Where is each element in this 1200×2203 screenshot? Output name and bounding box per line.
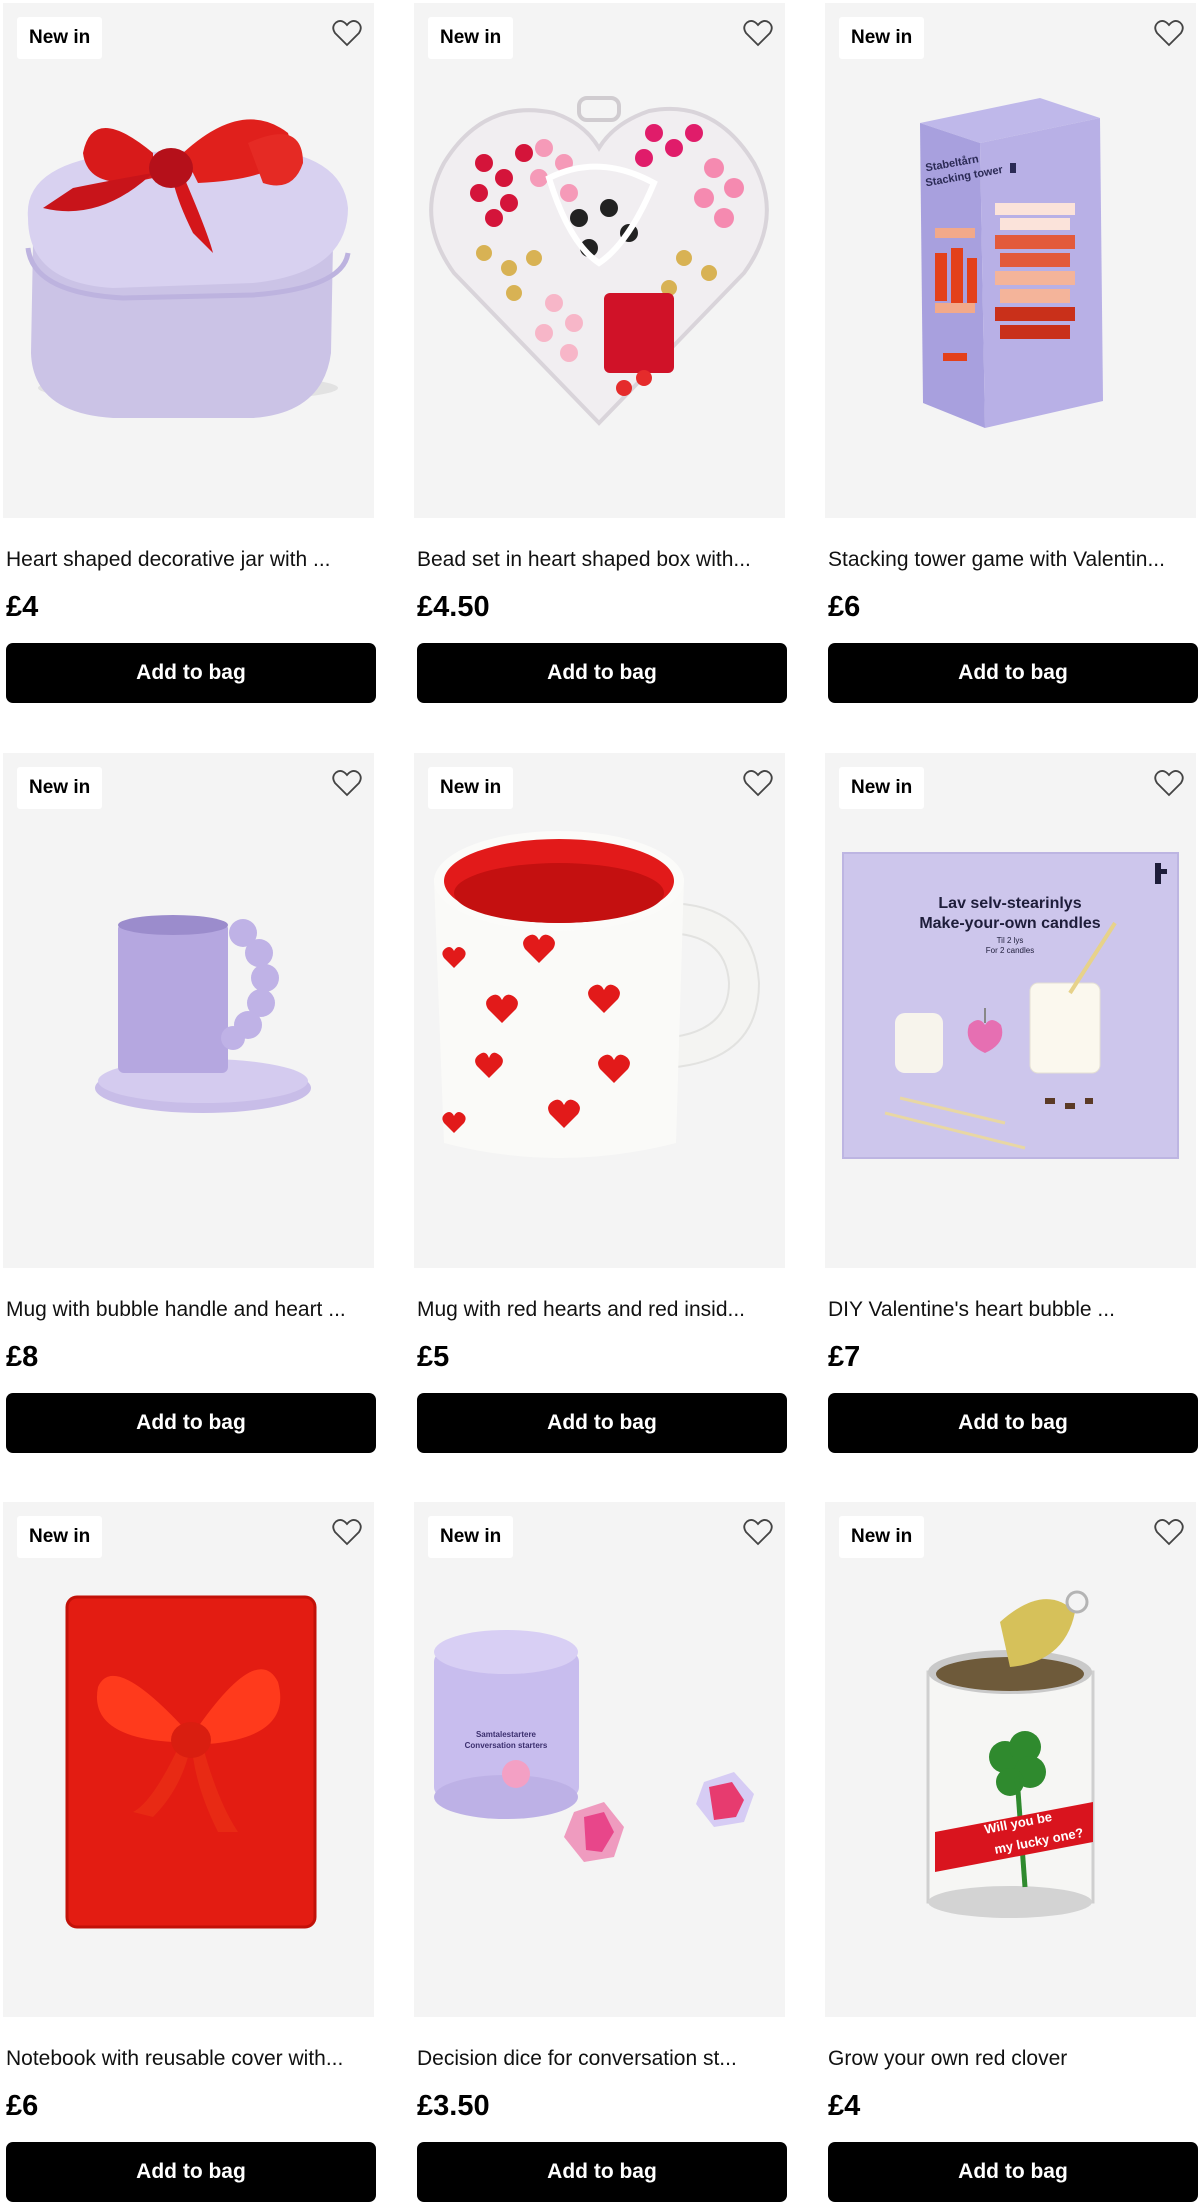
product-title[interactable]: Mug with red hearts and red insid... — [417, 1298, 785, 1322]
product-image[interactable]: New in — [3, 3, 374, 518]
product-price: £7 — [828, 1341, 861, 1373]
new-in-badge: New in — [428, 767, 514, 809]
product-title[interactable]: Mug with bubble handle and heart ... — [6, 1298, 374, 1322]
product-image[interactable]: Will you be my lucky one? New in — [825, 1502, 1196, 2017]
dice-box-text-1: Samtalestartere — [476, 1730, 537, 1739]
product-title[interactable]: Bead set in heart shaped box with... — [417, 548, 785, 572]
product-price: £3.50 — [417, 2090, 490, 2122]
candle-box-title-2: Make-your-own candles — [919, 915, 1100, 932]
wishlist-heart-icon[interactable] — [332, 1518, 362, 1546]
product-title[interactable]: Grow your own red clover — [828, 2047, 1196, 2071]
new-in-badge: New in — [839, 767, 925, 809]
product-price: £8 — [6, 1341, 39, 1373]
new-in-badge: New in — [17, 1516, 103, 1558]
new-in-badge: New in — [839, 17, 925, 59]
product-title[interactable]: DIY Valentine's heart bubble ... — [828, 1298, 1196, 1322]
new-in-badge: New in — [428, 17, 514, 59]
new-in-badge: New in — [428, 1516, 514, 1558]
candle-box-title-1: Lav selv-stearinlys — [938, 895, 1081, 912]
add-to-bag-button[interactable]: Add to bag — [417, 1393, 787, 1453]
add-to-bag-button[interactable]: Add to bag — [6, 1393, 376, 1453]
candle-box-sub-1: Til 2 lys — [997, 936, 1024, 945]
product-price: £6 — [828, 591, 861, 623]
new-in-badge: New in — [17, 767, 103, 809]
stacking-tower-image: Stabeltårn Stacking tower — [920, 98, 1103, 428]
wishlist-heart-icon[interactable] — [1154, 1518, 1184, 1546]
bubble-mug-image — [95, 915, 311, 1113]
product-price: £4 — [6, 591, 39, 623]
add-to-bag-button[interactable]: Add to bag — [417, 2142, 787, 2202]
product-price: £5 — [417, 1341, 450, 1373]
wishlist-heart-icon[interactable] — [1154, 19, 1184, 47]
wishlist-heart-icon[interactable] — [1154, 769, 1184, 797]
bead-heart-image — [429, 96, 769, 426]
wishlist-heart-icon[interactable] — [743, 19, 773, 47]
add-to-bag-button[interactable]: Add to bag — [828, 2142, 1198, 2202]
new-in-badge: New in — [17, 17, 103, 59]
add-to-bag-button[interactable]: Add to bag — [6, 643, 376, 703]
heart-jar-image — [25, 119, 351, 418]
product-title[interactable]: Stacking tower game with Valentin... — [828, 548, 1196, 572]
dice-box-text-2: Conversation starters — [465, 1741, 548, 1750]
product-image[interactable]: Samtalestartere Conversation starters Ne… — [414, 1502, 785, 2017]
dice-image: Samtalestartere Conversation starters — [434, 1630, 754, 1862]
add-to-bag-button[interactable]: Add to bag — [828, 1393, 1198, 1453]
wishlist-heart-icon[interactable] — [743, 769, 773, 797]
product-price: £6 — [6, 2090, 39, 2122]
add-to-bag-button[interactable]: Add to bag — [6, 2142, 376, 2202]
product-image[interactable]: Lav selv-stearinlys Make-your-own candle… — [825, 753, 1196, 1268]
product-price: £4 — [828, 2090, 861, 2122]
product-title[interactable]: Notebook with reusable cover with... — [6, 2047, 374, 2071]
product-title[interactable]: Decision dice for conversation st... — [417, 2047, 785, 2071]
wishlist-heart-icon[interactable] — [332, 769, 362, 797]
notebook-image — [65, 1595, 317, 1929]
add-to-bag-button[interactable]: Add to bag — [828, 643, 1198, 703]
product-price: £4.50 — [417, 591, 490, 623]
product-title[interactable]: Heart shaped decorative jar with ... — [6, 548, 374, 572]
clover-can-image: Will you be my lucky one? — [926, 1590, 1095, 1918]
product-image[interactable]: Stabeltårn Stacking tower New in — [825, 3, 1196, 518]
candle-box-sub-2: For 2 candles — [986, 946, 1034, 955]
wishlist-heart-icon[interactable] — [743, 1518, 773, 1546]
add-to-bag-button[interactable]: Add to bag — [417, 643, 787, 703]
product-image[interactable]: New in — [3, 1502, 374, 2017]
product-image[interactable]: New in — [414, 3, 785, 518]
product-image[interactable]: New in — [3, 753, 374, 1268]
product-image[interactable]: New in — [414, 753, 785, 1268]
wishlist-heart-icon[interactable] — [332, 19, 362, 47]
hearts-mug-image — [434, 831, 761, 1158]
new-in-badge: New in — [839, 1516, 925, 1558]
candle-kit-image: Lav selv-stearinlys Make-your-own candle… — [842, 852, 1179, 1159]
